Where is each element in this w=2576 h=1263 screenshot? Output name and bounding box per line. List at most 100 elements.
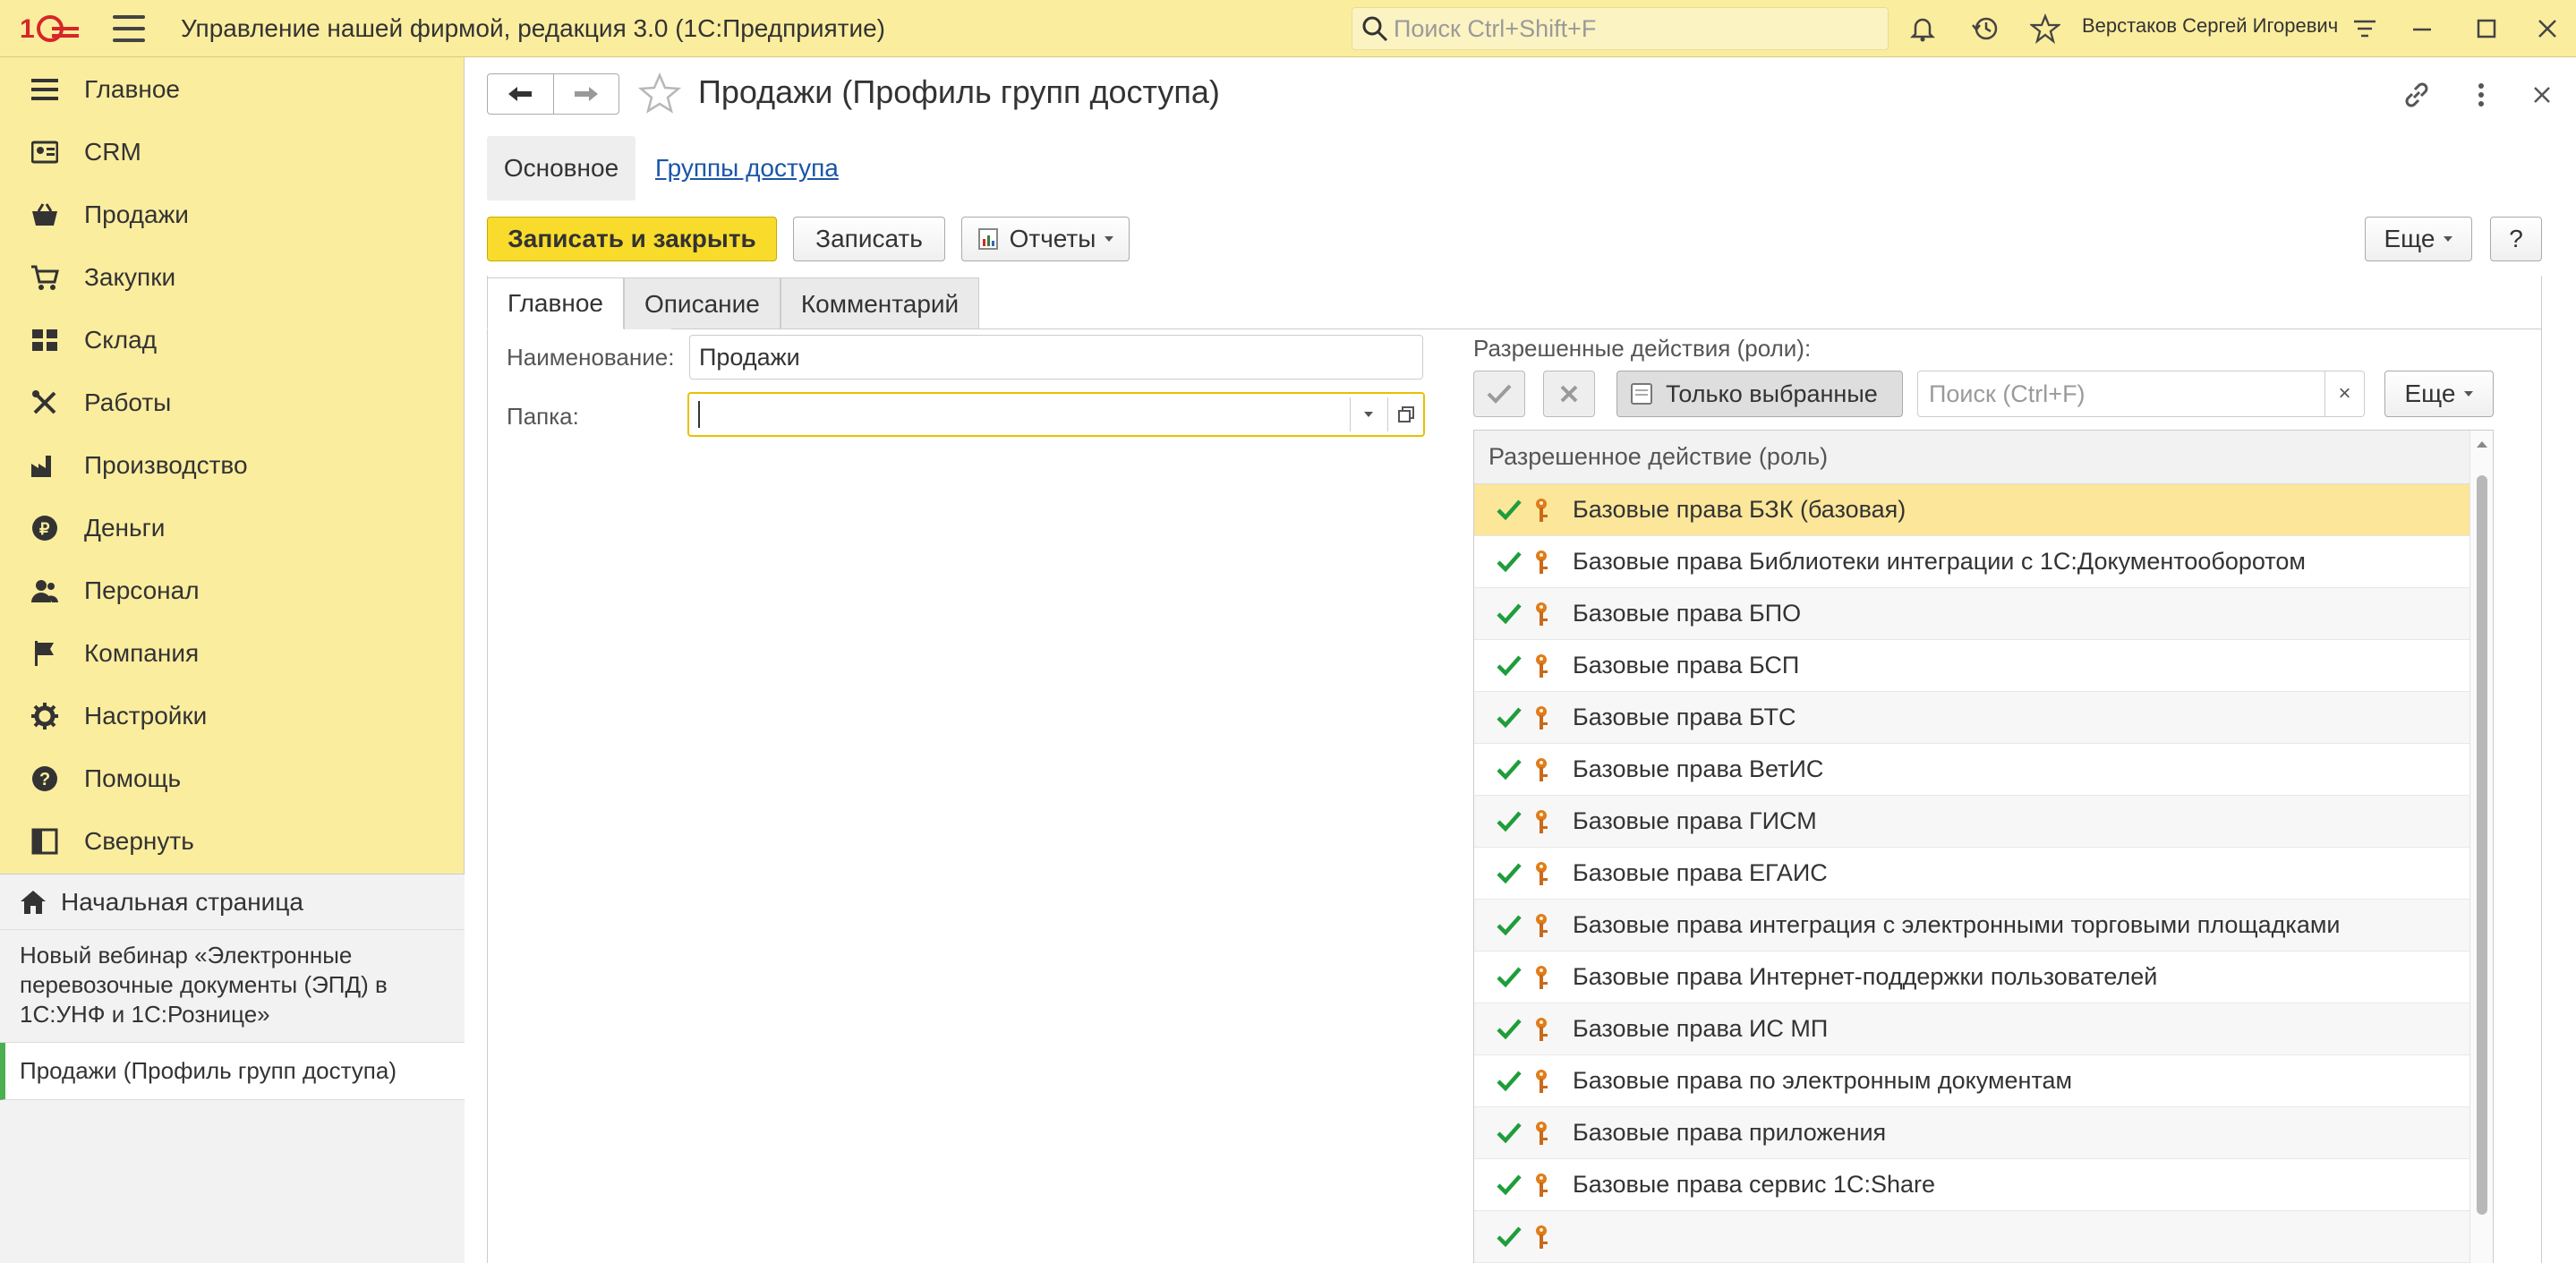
checkmark-icon[interactable] [1496, 601, 1523, 627]
checkmark-icon[interactable] [1496, 1016, 1523, 1043]
table-row[interactable]: Базовые права ГИСМ [1474, 796, 2469, 848]
table-row[interactable]: Базовые права БСП [1474, 640, 2469, 692]
checkmark-icon[interactable] [1496, 756, 1523, 783]
global-search-input[interactable]: Поиск Ctrl+Shift+F [1352, 7, 1889, 50]
table-row[interactable]: Базовые права Библиотеки интеграции с 1С… [1474, 536, 2469, 588]
sidebar-item-personnel[interactable]: Персонал [0, 559, 465, 622]
save-and-close-button[interactable]: Записать и закрыть [487, 217, 777, 261]
subtab-description[interactable]: Описание [623, 277, 780, 329]
maximize-icon[interactable] [2469, 11, 2504, 47]
checkbox-icon [1631, 383, 1652, 405]
checkmark-icon[interactable] [1496, 497, 1523, 524]
checkmark-icon[interactable] [1496, 860, 1523, 887]
chevron-down-icon [1363, 412, 1373, 417]
sidebar-item-label: Продажи [84, 201, 189, 228]
roles-search-input[interactable]: Поиск (Ctrl+F) × [1917, 371, 2365, 417]
subtab-comment[interactable]: Комментарий [780, 277, 980, 329]
sidebar-item-works[interactable]: Работы [0, 371, 465, 434]
webinar-link[interactable]: Новый вебинар «Электронные перевозочные … [0, 930, 465, 1043]
reports-button[interactable]: Отчеты [961, 217, 1130, 261]
role-label: Базовые права интеграция с электронными … [1573, 911, 2341, 938]
checkmark-icon[interactable] [1496, 912, 1523, 939]
scroll-up-icon[interactable] [2477, 441, 2487, 448]
roles-search-placeholder: Поиск (Ctrl+F) [1929, 380, 2086, 407]
close-window-icon[interactable] [2529, 11, 2565, 47]
open-window-tab[interactable]: Продажи (Профиль групп доступа) [0, 1043, 465, 1100]
sidebar-item-sales[interactable]: Продажи [0, 183, 465, 246]
table-row[interactable]: Базовые права интеграция с электронными … [1474, 900, 2469, 952]
favorites-star-icon[interactable] [2027, 11, 2063, 47]
home-page-link[interactable]: Начальная страница [0, 875, 465, 930]
table-row[interactable]: Базовые права БТС [1474, 692, 2469, 744]
sidebar-item-purchases[interactable]: Закупки [0, 246, 465, 309]
table-row[interactable]: Базовые права ЕГАИС [1474, 848, 2469, 900]
link-icon[interactable] [2399, 77, 2435, 113]
checkmark-icon[interactable] [1496, 549, 1523, 576]
forward-button[interactable] [552, 74, 619, 114]
back-button[interactable] [488, 74, 553, 114]
favorite-star-icon[interactable] [637, 72, 682, 116]
check-all-button[interactable] [1473, 371, 1525, 417]
table-row[interactable]: Базовые права БПО [1474, 588, 2469, 640]
checkmark-icon[interactable] [1496, 1120, 1523, 1147]
table-row[interactable]: Базовые права по электронным документам [1474, 1055, 2469, 1107]
1c-logo-icon[interactable]: 1 [20, 11, 79, 47]
roles-more-button[interactable]: Еще [2384, 371, 2494, 417]
checkmark-icon[interactable] [1496, 964, 1523, 991]
sidebar-item-collapse[interactable]: Свернуть [0, 810, 465, 873]
tab-access-groups-link[interactable]: Группы доступа [655, 154, 839, 183]
more-vertical-icon[interactable] [2463, 77, 2499, 113]
table-row[interactable]: Базовые права ВетИС [1474, 744, 2469, 796]
table-row[interactable]: Базовые права БЗК (базовая) [1474, 484, 2469, 536]
table-row[interactable]: Базовые права сервис 1С:Share [1474, 1159, 2469, 1211]
clear-search-icon[interactable]: × [2324, 371, 2364, 416]
checkmark-icon[interactable] [1496, 1068, 1523, 1095]
history-icon[interactable] [1967, 11, 2003, 47]
checkmark-icon[interactable] [1496, 1224, 1523, 1250]
table-row[interactable]: Базовые права приложения [1474, 1107, 2469, 1159]
sidebar-item-company[interactable]: Компания [0, 622, 465, 685]
sidebar-item-main[interactable]: Главное [0, 58, 465, 121]
checkmark-icon[interactable] [1496, 653, 1523, 679]
checkmark-icon[interactable] [1496, 704, 1523, 731]
name-field[interactable]: Продажи [689, 335, 1423, 380]
close-form-icon[interactable] [2524, 77, 2560, 113]
history-nav [487, 73, 619, 115]
svg-text:?: ? [39, 770, 50, 789]
sidebar-item-crm[interactable]: CRM [0, 121, 465, 183]
folder-open-button[interactable] [1387, 397, 1423, 431]
table-row[interactable]: Базовые права Интернет-поддержки пользов… [1474, 952, 2469, 1003]
sidebar-item-production[interactable]: Производство [0, 434, 465, 497]
user-name[interactable]: Верстаков Сергей Игоревич [2082, 14, 2338, 38]
warehouse-icon [29, 324, 61, 356]
help-button[interactable]: ? [2490, 217, 2542, 261]
sidebar-item-money[interactable]: ₽ Деньги [0, 497, 465, 559]
roles-scrollbar[interactable] [2469, 431, 2493, 1263]
cart-icon [29, 261, 61, 294]
save-button[interactable]: Записать [793, 217, 945, 261]
bell-icon[interactable] [1905, 11, 1941, 47]
table-row[interactable]: Базовые права ИС МП [1474, 1003, 2469, 1055]
checkmark-icon[interactable] [1496, 1172, 1523, 1199]
menu-icon[interactable] [113, 14, 145, 42]
subtab-main[interactable]: Главное [487, 277, 624, 329]
sidebar-item-settings[interactable]: Настройки [0, 685, 465, 747]
minimize-icon[interactable] [2404, 11, 2440, 47]
people-icon [29, 575, 61, 607]
scroll-thumb[interactable] [2477, 475, 2487, 1215]
tab-main[interactable]: Основное [487, 136, 635, 201]
sidebar-item-warehouse[interactable]: Склад [0, 309, 465, 371]
folder-dropdown-button[interactable] [1350, 397, 1386, 431]
uncheck-all-button[interactable] [1543, 371, 1595, 417]
more-button[interactable]: Еще [2365, 217, 2472, 261]
roles-table: Разрешенное действие (роль) Базовые прав… [1473, 430, 2494, 1263]
folder-field[interactable] [687, 392, 1425, 437]
folder-label: Папка: [507, 403, 579, 430]
settings-sliders-icon[interactable] [2347, 11, 2383, 47]
only-selected-toggle[interactable]: Только выбранные [1616, 371, 1903, 417]
checkmark-icon[interactable] [1496, 808, 1523, 835]
app-title: Управление нашей фирмой, редакция 3.0 (1… [181, 13, 885, 42]
sidebar-item-help[interactable]: ? Помощь [0, 747, 465, 810]
name-label: Наименование: [507, 344, 675, 371]
table-row[interactable] [1474, 1211, 2469, 1263]
